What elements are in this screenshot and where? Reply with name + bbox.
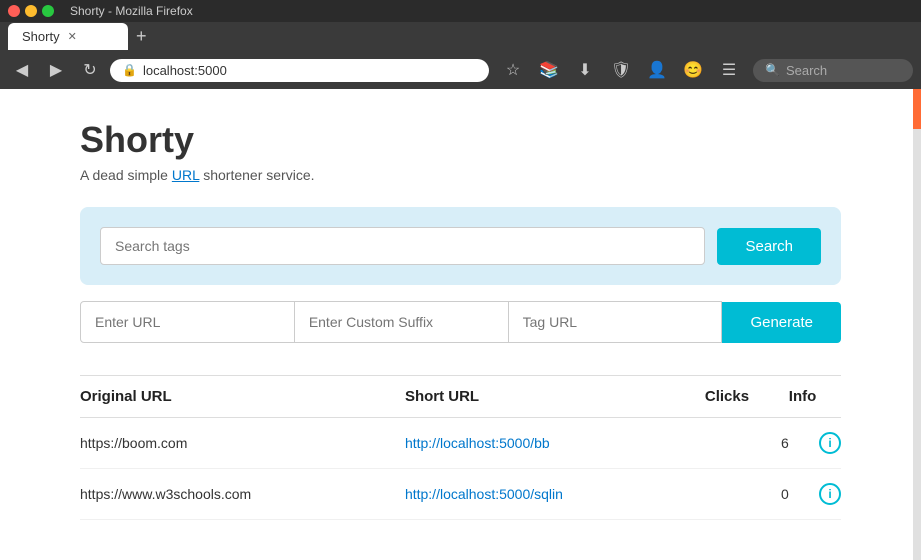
maximize-window-button[interactable] bbox=[42, 5, 54, 17]
browser-chrome: Shorty - Mozilla Firefox Shorty ✕ + ◀ ▶ … bbox=[0, 0, 921, 89]
refresh-button[interactable]: ↻ bbox=[76, 56, 104, 84]
toolbar-icons: ☆ 📚 ⬇ 🛡 👤 😊 ☰ bbox=[495, 56, 747, 84]
forward-button[interactable]: ▶ bbox=[42, 56, 70, 84]
url-input[interactable] bbox=[80, 301, 295, 343]
emoji-icon[interactable]: 😊 bbox=[679, 56, 707, 84]
custom-suffix-input[interactable] bbox=[295, 301, 509, 343]
menu-icon[interactable]: ☰ bbox=[715, 56, 743, 84]
tab-bar: Shorty ✕ + bbox=[0, 22, 921, 51]
search-panel: Search bbox=[80, 207, 841, 285]
th-clicks: Clicks bbox=[705, 376, 789, 418]
scrollbar-thumb[interactable] bbox=[913, 89, 921, 129]
page-content: Shorty A dead simple URL shortener servi… bbox=[0, 89, 921, 560]
shield-icon[interactable]: 🛡 bbox=[607, 56, 635, 84]
tag-url-input[interactable] bbox=[509, 301, 723, 343]
url-text: localhost:5000 bbox=[143, 63, 227, 78]
app-subtitle: A dead simple URL shortener service. bbox=[80, 167, 841, 183]
lock-icon: 🔒 bbox=[122, 63, 137, 77]
table-row: https://www.w3schools.com http://localho… bbox=[80, 469, 841, 520]
title-bar: Shorty - Mozilla Firefox bbox=[0, 0, 921, 22]
window-controls bbox=[8, 5, 54, 17]
library-icon[interactable]: 📚 bbox=[535, 56, 563, 84]
td-short-1: http://localhost:5000/sqlin bbox=[405, 469, 705, 520]
browser-search-box[interactable]: 🔍 Search bbox=[753, 59, 913, 82]
back-button[interactable]: ◀ bbox=[8, 56, 36, 84]
th-original: Original URL bbox=[80, 376, 405, 418]
td-short-0: http://localhost:5000/bb bbox=[405, 418, 705, 469]
tab-label: Shorty bbox=[22, 29, 60, 44]
scrollbar-track[interactable] bbox=[913, 89, 921, 560]
info-icon-0[interactable]: i bbox=[819, 432, 841, 454]
search-mag-icon: 🔍 bbox=[765, 63, 780, 77]
td-clicks-0: 6 bbox=[705, 418, 789, 469]
account-icon[interactable]: 👤 bbox=[643, 56, 671, 84]
short-url-link-1[interactable]: http://localhost:5000/sqlin bbox=[405, 486, 563, 502]
active-tab[interactable]: Shorty ✕ bbox=[8, 23, 128, 50]
td-info-0: i bbox=[789, 418, 841, 469]
url-bar[interactable]: 🔒 localhost:5000 bbox=[110, 59, 489, 82]
minimize-window-button[interactable] bbox=[25, 5, 37, 17]
subtitle-after: shortener service. bbox=[199, 167, 314, 183]
download-icon[interactable]: ⬇ bbox=[571, 56, 599, 84]
info-icon-1[interactable]: i bbox=[819, 483, 841, 505]
forward-icon: ▶ bbox=[50, 60, 62, 80]
table-row: https://boom.com http://localhost:5000/b… bbox=[80, 418, 841, 469]
close-window-button[interactable] bbox=[8, 5, 20, 17]
th-info: Info bbox=[789, 376, 841, 418]
search-tags-input[interactable] bbox=[100, 227, 705, 265]
table-header: Original URL Short URL Clicks Info bbox=[80, 376, 841, 418]
td-original-1: https://www.w3schools.com bbox=[80, 469, 405, 520]
generate-button[interactable]: Generate bbox=[722, 302, 841, 343]
back-icon: ◀ bbox=[16, 60, 28, 80]
url-inputs-row: Generate bbox=[80, 301, 841, 343]
bookmark-icon[interactable]: ☆ bbox=[499, 56, 527, 84]
window-title: Shorty - Mozilla Firefox bbox=[70, 4, 193, 18]
subtitle-before: A dead simple bbox=[80, 167, 172, 183]
td-info-1: i bbox=[789, 469, 841, 520]
subtitle-url-link[interactable]: URL bbox=[172, 167, 200, 183]
app-title: Shorty bbox=[80, 119, 841, 161]
new-tab-button[interactable]: + bbox=[128, 22, 155, 51]
td-clicks-1: 0 bbox=[705, 469, 789, 520]
url-table: Original URL Short URL Clicks Info https… bbox=[80, 375, 841, 520]
tab-close-icon[interactable]: ✕ bbox=[68, 30, 77, 43]
th-short: Short URL bbox=[405, 376, 705, 418]
td-original-0: https://boom.com bbox=[80, 418, 405, 469]
address-bar: ◀ ▶ ↻ 🔒 localhost:5000 ☆ 📚 ⬇ 🛡 👤 😊 ☰ 🔍 S… bbox=[0, 51, 921, 89]
search-button[interactable]: Search bbox=[717, 228, 821, 265]
browser-search-placeholder: Search bbox=[786, 63, 827, 78]
browser-content-wrapper: Shorty A dead simple URL shortener servi… bbox=[0, 89, 921, 560]
refresh-icon: ↻ bbox=[83, 60, 96, 80]
short-url-link-0[interactable]: http://localhost:5000/bb bbox=[405, 435, 550, 451]
